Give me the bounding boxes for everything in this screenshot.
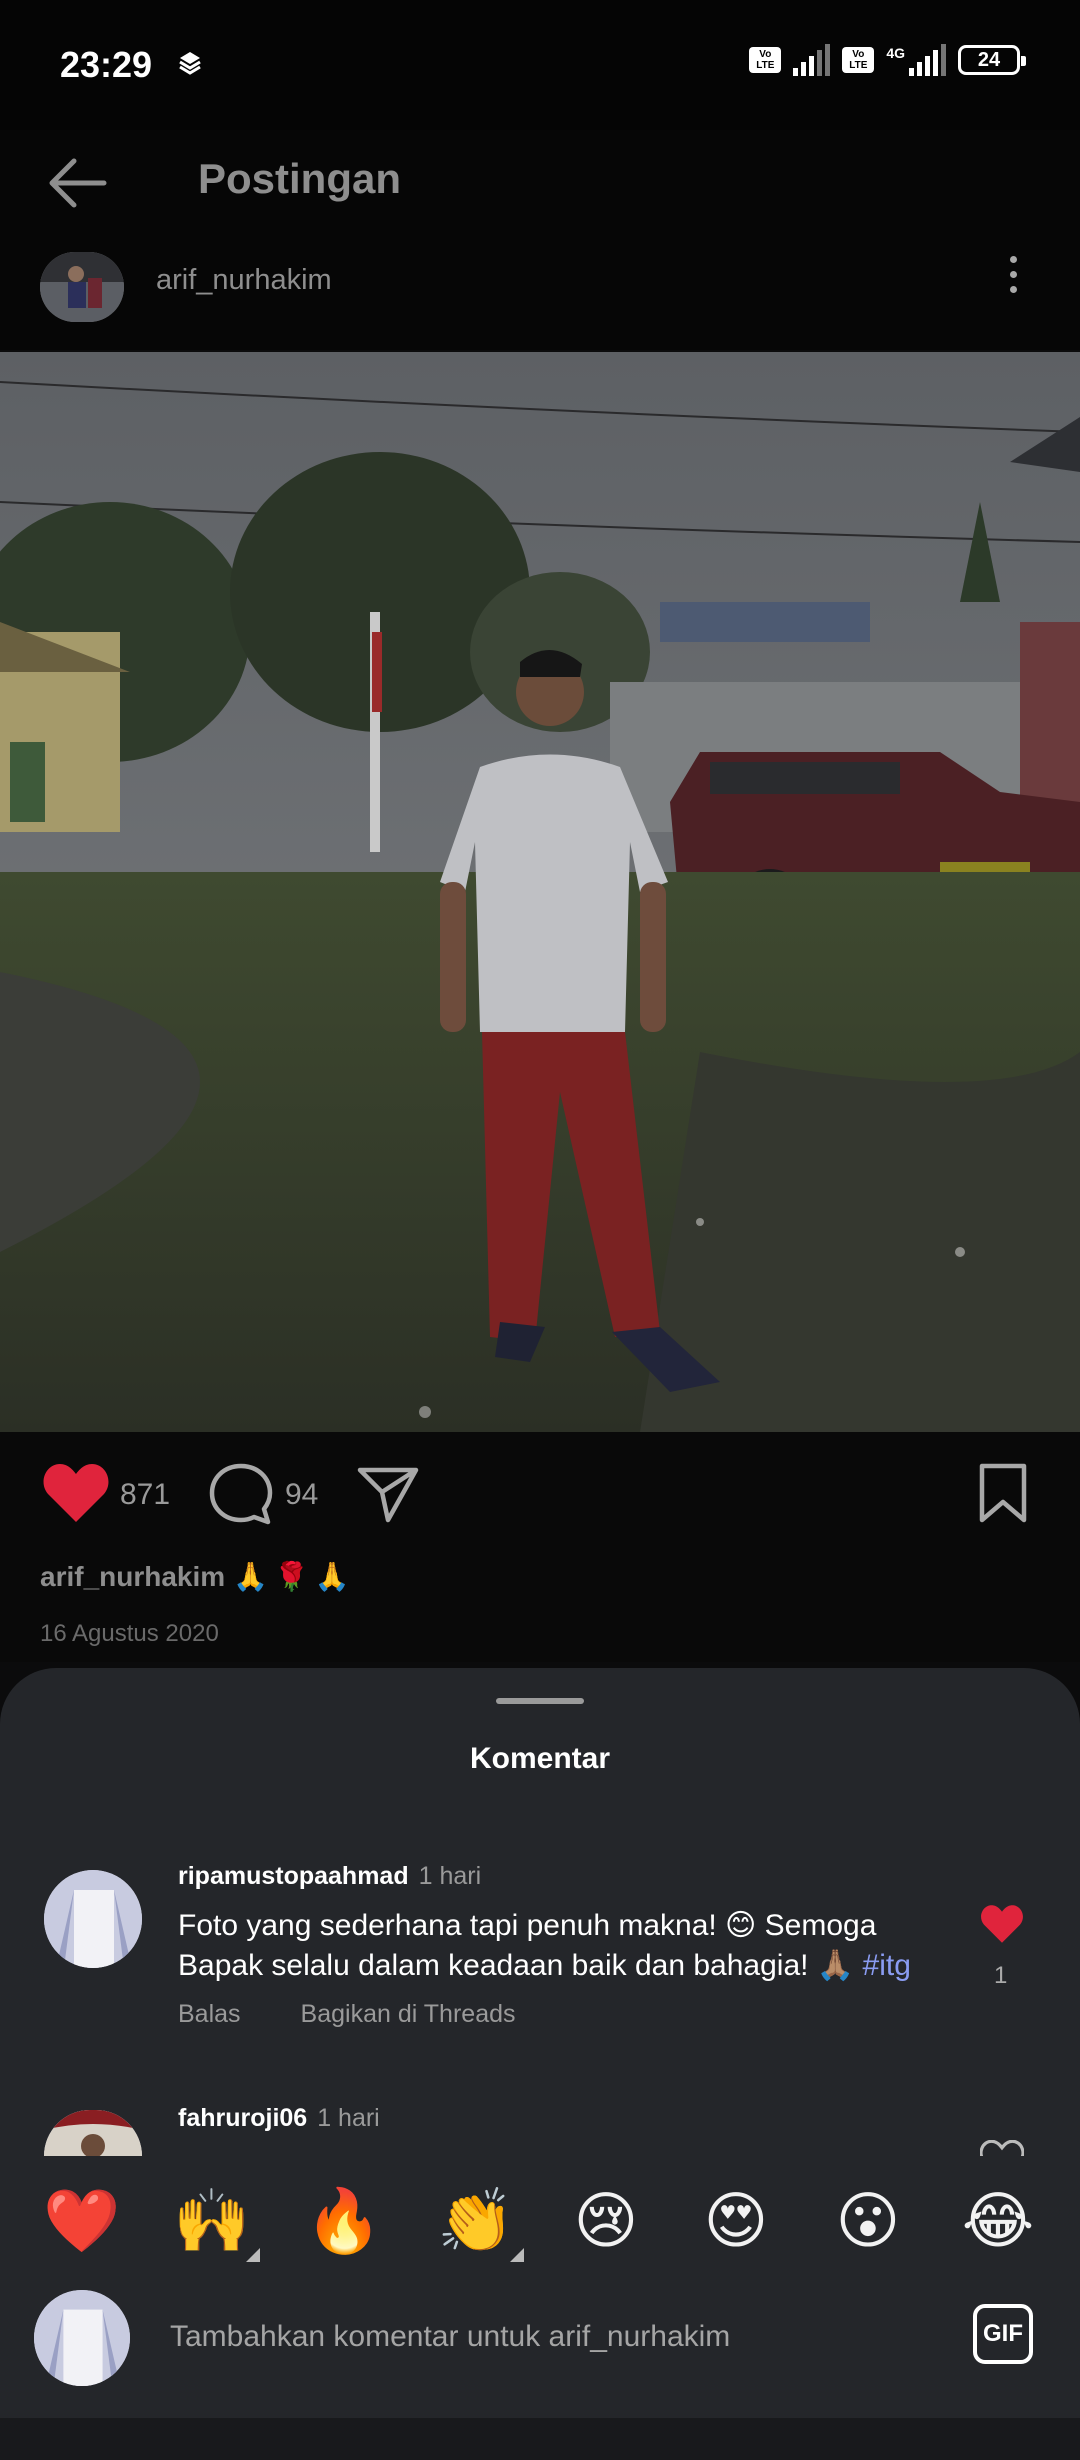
avatar	[34, 2290, 130, 2386]
status-time: 23:29	[60, 44, 153, 85]
layers-icon	[179, 52, 201, 75]
volte-icon: Vo LTE	[842, 47, 875, 73]
heart-outline-icon[interactable]	[980, 2140, 1024, 2156]
post-date: 16 Agustus 2020	[40, 1620, 219, 1647]
status-bar: 23:29 Vo LTE Vo LTE 4G 24	[0, 0, 1080, 130]
emoji-glyph: 👏	[437, 2187, 515, 2256]
sheet-title: Komentar	[469, 1742, 611, 1775]
emoji-heart-eyes-button[interactable]: 😍	[696, 2182, 776, 2262]
heart-filled-icon[interactable]	[980, 1904, 1024, 1944]
comment-count[interactable]: 94	[285, 1478, 318, 1512]
emoji-fire-button[interactable]: 🔥	[304, 2182, 384, 2262]
reply-button[interactable]: Balas	[178, 2000, 241, 2028]
emoji-laugh-button[interactable]: 😂	[958, 2182, 1038, 2262]
comment-username[interactable]: ripamustopaahmad	[178, 1862, 409, 1890]
caption-emojis: 🙏🌹🙏	[233, 1561, 356, 1592]
signal-icon	[909, 44, 946, 76]
skin-tone-indicator	[246, 2248, 260, 2262]
comment-time: 1 hari	[317, 2104, 380, 2132]
comment-text: Foto yang sederhana tapi penuh makna! 😊 …	[178, 1906, 948, 1986]
arrow-left-icon[interactable]	[44, 156, 108, 210]
emoji-glyph: 🙌	[173, 2187, 251, 2256]
post-username[interactable]: arif_nurhakim	[156, 264, 332, 297]
comment-body: Foto yang sederhana tapi penuh makna! 😊 …	[178, 1909, 877, 1982]
app-header	[0, 130, 1080, 350]
signal-icon	[793, 44, 831, 76]
emoji-cry-button[interactable]: 😢	[566, 2182, 646, 2262]
volte-icon: Vo LTE	[749, 47, 782, 73]
comment-like-count: 1	[994, 1962, 1008, 1989]
avatar[interactable]	[44, 1870, 142, 1968]
emoji-surprised-button[interactable]: 😮	[828, 2182, 908, 2262]
post-photo[interactable]	[0, 352, 1080, 1432]
comment-icon[interactable]	[208, 1462, 274, 1526]
comment-username[interactable]: fahruroji06	[178, 2104, 307, 2132]
gif-button[interactable]: GIF	[973, 2304, 1033, 2364]
post-caption: arif_nurhakim 🙏🌹🙏	[40, 1560, 356, 1593]
emoji-heart-button[interactable]: ❤️	[42, 2182, 122, 2262]
hashtag-link[interactable]: #itg	[863, 1949, 911, 1982]
page-title: Postingan	[198, 155, 402, 202]
system-nav-bar	[0, 2418, 1080, 2460]
comment-input[interactable]	[170, 2316, 950, 2358]
avatar[interactable]	[40, 252, 124, 322]
bookmark-icon[interactable]	[976, 1462, 1030, 1524]
comment-actions: Balas Bagikan di Threads	[178, 2000, 576, 2029]
comment-header: fahruroji06 1 hari	[178, 2104, 380, 2133]
comment-time: 1 hari	[418, 1862, 482, 1890]
heart-filled-icon[interactable]	[42, 1462, 110, 1524]
battery-icon: 24	[958, 45, 1026, 75]
more-vertical-icon[interactable]	[1010, 256, 1017, 293]
comment-header: ripamustopaahmad 1 hari	[178, 1862, 481, 1891]
share-icon[interactable]	[356, 1464, 420, 1524]
network-type: 4G	[886, 45, 905, 61]
caption-username[interactable]: arif_nurhakim	[40, 1561, 225, 1592]
status-icons: Vo LTE Vo LTE 4G 24	[749, 44, 1026, 76]
share-threads-button[interactable]: Bagikan di Threads	[301, 2000, 516, 2028]
emoji-raised-hands-button[interactable]: 🙌	[172, 2182, 260, 2262]
emoji-clap-button[interactable]: 👏	[436, 2182, 524, 2262]
skin-tone-indicator	[510, 2248, 524, 2262]
sheet-drag-handle[interactable]	[496, 1698, 584, 1704]
like-count[interactable]: 871	[120, 1478, 170, 1512]
emoji-quick-bar	[0, 2156, 1080, 2272]
